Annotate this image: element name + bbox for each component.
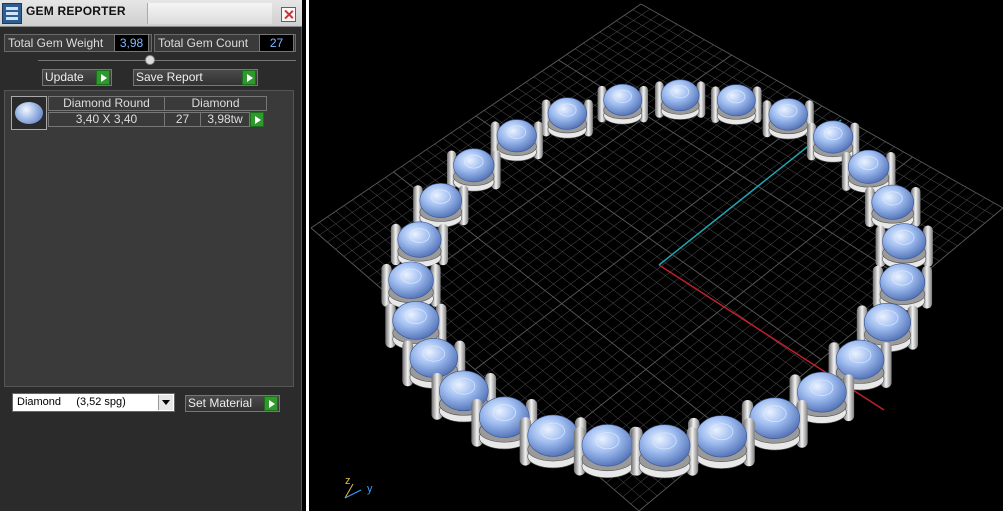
gem-material: Diamond <box>164 96 267 111</box>
close-icon[interactable] <box>281 7 296 22</box>
gem-setting <box>865 184 921 230</box>
set-material-button[interactable]: Set Material <box>185 395 280 412</box>
diamond-gem <box>496 119 537 153</box>
diamond-gem <box>835 339 885 380</box>
diamond-gem <box>547 97 587 130</box>
diamond-gem <box>603 83 643 116</box>
splitter-handle[interactable] <box>145 55 155 65</box>
gem-setting <box>807 120 860 163</box>
diamond-gem <box>847 149 890 184</box>
gem-reporter-panel: GEM REPORTER Total Gem Weight 3,98 Total… <box>0 0 302 511</box>
diamond-gem <box>388 261 434 299</box>
gem-weight: 3,98tw <box>200 112 250 127</box>
diamond-gem <box>397 221 442 258</box>
gem-list: Diamond Round Diamond 3,40 X 3,40 27 3,9… <box>4 90 294 387</box>
round-diamond-icon <box>11 96 47 130</box>
save-report-button-label: Save Report <box>136 70 203 84</box>
save-report-button[interactable]: Save Report <box>133 69 258 86</box>
gem-row-play-icon[interactable] <box>250 112 264 127</box>
diamond-gem <box>813 120 854 154</box>
diamond-gem <box>527 414 579 457</box>
diamond-gem <box>882 223 927 260</box>
diamond-gem <box>768 98 808 131</box>
play-icon <box>242 70 256 85</box>
y-axis-label: y <box>367 483 373 495</box>
gem-setting <box>711 84 762 125</box>
play-icon <box>96 70 110 85</box>
gem-setting <box>541 97 593 139</box>
total-gem-weight-value: 3,98 <box>114 34 149 52</box>
diamond-gem <box>716 84 756 117</box>
title-bar: GEM REPORTER <box>0 0 302 27</box>
diamond-gem <box>392 301 440 340</box>
gem-size: 3,40 X 3,40 <box>48 112 165 127</box>
3d-scene: z y <box>310 3 1003 511</box>
set-material-button-label: Set Material <box>188 396 253 410</box>
gem-setting <box>762 98 814 140</box>
diamond-gem <box>638 424 691 467</box>
total-gem-count-value: 27 <box>259 34 294 52</box>
gem-shape: Diamond Round <box>48 96 165 111</box>
play-icon <box>264 396 278 411</box>
panel-splitter <box>38 60 296 61</box>
gem-setting <box>631 424 699 479</box>
gem-setting <box>446 148 501 192</box>
axis-gizmo: z y <box>344 475 373 499</box>
diamond-gem <box>581 424 634 467</box>
diamond-gem <box>879 263 926 301</box>
gem-setting <box>597 83 648 125</box>
gem-setting <box>390 221 449 268</box>
diamond-gem <box>749 397 801 439</box>
diamond-gem <box>871 184 915 220</box>
app-icon <box>2 3 22 24</box>
gem-count: 27 <box>164 112 201 127</box>
material-select-value: Diamond (3,52 spg) <box>17 396 126 408</box>
diamond-gem <box>863 302 911 342</box>
diamond-gem <box>409 338 458 378</box>
update-button-label: Update <box>45 70 84 84</box>
z-axis-label: z <box>345 475 351 487</box>
gem-setting <box>655 79 706 120</box>
diamond-gem <box>453 148 495 183</box>
window-title: GEM REPORTER <box>26 4 126 18</box>
3d-viewport[interactable]: z y <box>306 0 1003 511</box>
gem-setting <box>573 424 642 479</box>
title-bar-spacer <box>147 3 272 24</box>
chevron-down-icon[interactable] <box>158 395 173 410</box>
gem-setting <box>413 183 469 228</box>
gem-setting <box>875 223 933 270</box>
diamond-gem <box>419 183 463 218</box>
diamond-gem <box>695 415 748 458</box>
diamond-gem <box>660 79 700 112</box>
update-button[interactable]: Update <box>42 69 112 86</box>
material-select[interactable]: Diamond (3,52 spg) <box>12 393 175 412</box>
